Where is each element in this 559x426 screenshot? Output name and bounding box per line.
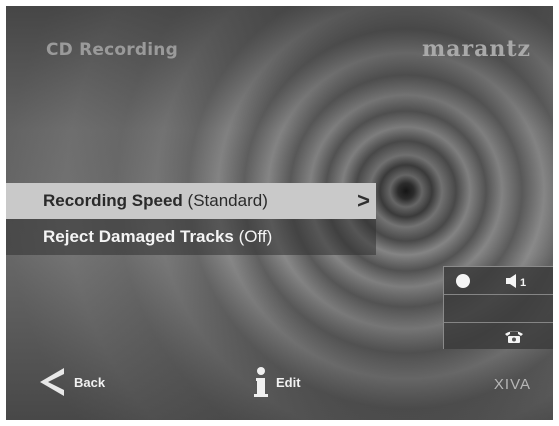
- menu-item-label: Reject Damaged Tracks: [43, 227, 234, 246]
- menu-item-recording-speed[interactable]: Recording Speed (Standard) >: [6, 183, 376, 219]
- edit-label: Edit: [276, 375, 301, 390]
- screen: CD Recording marantz Recording Speed (St…: [6, 6, 553, 420]
- menu-item-reject-damaged-tracks[interactable]: Reject Damaged Tracks (Off): [6, 219, 376, 255]
- status-row-recording: 1: [444, 267, 553, 295]
- status-row-empty: [444, 295, 553, 323]
- volume-level: 1: [520, 277, 526, 288]
- brand-logo: marantz: [421, 36, 531, 62]
- menu-item-value: (Standard): [187, 191, 268, 210]
- info-icon: [254, 367, 268, 397]
- menu-item-label: Recording Speed: [43, 191, 183, 210]
- settings-menu: Recording Speed (Standard) > Reject Dama…: [6, 183, 376, 255]
- back-arrow-icon: [40, 368, 64, 396]
- speaker-volume-icon: 1: [506, 274, 526, 288]
- page-title: CD Recording: [46, 40, 178, 60]
- record-dot-icon: [456, 274, 470, 288]
- chevron-right-icon: >: [357, 188, 370, 213]
- back-label: Back: [74, 375, 106, 390]
- status-row-phone: [444, 323, 553, 350]
- status-panel: 1: [443, 266, 553, 349]
- phone-icon: [505, 331, 523, 343]
- menu-item-value: (Off): [238, 227, 273, 246]
- xiva-logo: XIVA: [493, 376, 531, 393]
